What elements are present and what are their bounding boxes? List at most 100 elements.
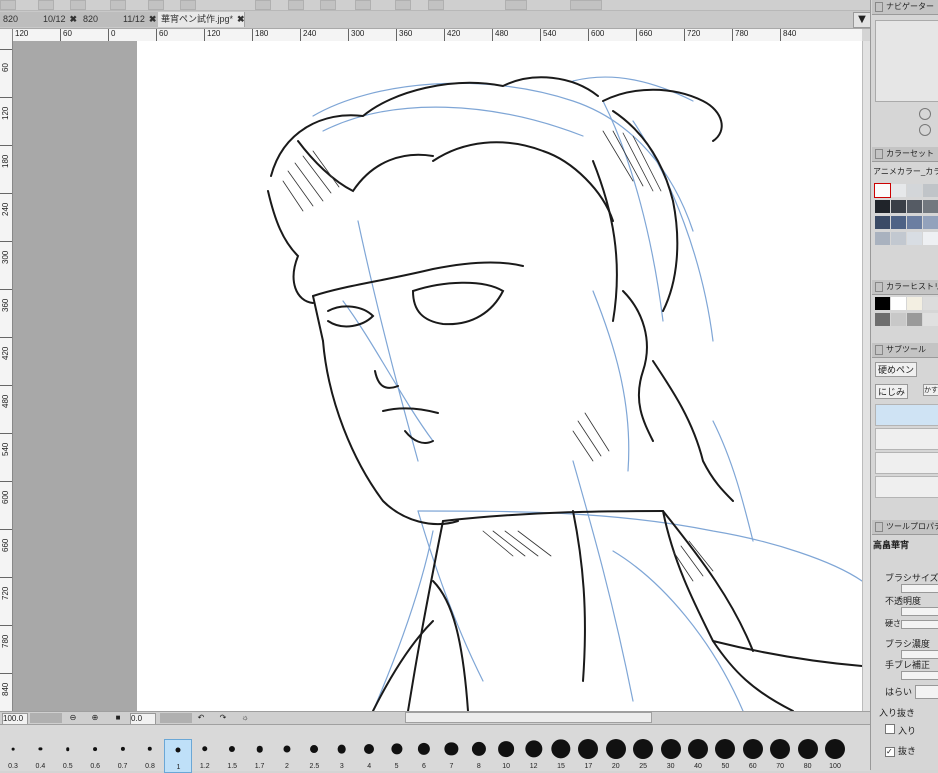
brush-size-17[interactable]: 17 xyxy=(575,739,601,771)
brush-size-30[interactable]: 30 xyxy=(658,739,684,771)
navigator-preview[interactable] xyxy=(875,20,938,102)
tab-menu-button[interactable]: ▼ xyxy=(853,12,871,28)
deselect-icon[interactable] xyxy=(320,0,336,10)
brush-size-12[interactable]: 12 xyxy=(521,739,547,771)
tab-doc-2[interactable]: 10/12 ✖ xyxy=(40,12,81,27)
color-history-header[interactable]: カラーヒストリー xyxy=(872,280,938,295)
tab-doc-1[interactable]: 820 xyxy=(0,12,41,27)
color-icon[interactable] xyxy=(505,0,527,10)
color-history-swatch[interactable] xyxy=(923,313,938,326)
brush-size-8[interactable]: 8 xyxy=(466,739,492,771)
opacity-slider[interactable] xyxy=(901,607,938,616)
scale-icon[interactable] xyxy=(180,0,196,10)
undo-icon[interactable] xyxy=(38,0,54,10)
canvas[interactable] xyxy=(13,41,862,711)
zoom-out-icon[interactable] xyxy=(919,108,931,120)
color-swatch[interactable] xyxy=(875,200,890,213)
color-swatch[interactable] xyxy=(891,232,906,245)
zoom-out-icon[interactable]: ⊖ xyxy=(68,713,78,723)
stabilization-slider[interactable] xyxy=(901,671,938,680)
color-swatch[interactable] xyxy=(907,200,922,213)
brush-size-2.5[interactable]: 2.5 xyxy=(301,739,327,771)
taper-label[interactable]: 入り抜き xyxy=(879,706,915,719)
checkbox[interactable]: ✓ xyxy=(885,747,895,757)
redo-icon[interactable] xyxy=(70,0,86,10)
taper-out-checkbox[interactable]: ✓ 抜き xyxy=(885,744,916,757)
color-swatch[interactable] xyxy=(875,232,890,245)
new-icon[interactable] xyxy=(0,0,16,10)
brush-size-1.2[interactable]: 1.2 xyxy=(192,739,218,771)
color-history-swatch[interactable] xyxy=(907,297,922,310)
clear-icon[interactable] xyxy=(110,0,126,10)
brush-size-6[interactable]: 6 xyxy=(411,739,437,771)
reset-rotate-icon[interactable]: ☼ xyxy=(240,713,250,723)
brush-size-1.7[interactable]: 1.7 xyxy=(247,739,273,771)
clear-outside-icon[interactable] xyxy=(428,0,444,10)
color-history-swatch[interactable] xyxy=(907,313,922,326)
color-history-swatch[interactable] xyxy=(875,297,890,310)
tab-doc-active[interactable]: 華宵ペン試作.jpg* ✖ xyxy=(158,12,245,27)
tab-doc-4[interactable]: 11/12 ✖ xyxy=(120,12,161,27)
sub-tool-item[interactable]: かすれ つけペン xyxy=(923,384,938,396)
brush-size-1.5[interactable]: 1.5 xyxy=(219,739,245,771)
invert-selection-icon[interactable] xyxy=(355,0,371,10)
brush-size-50[interactable]: 50 xyxy=(712,739,738,771)
brush-size-4[interactable]: 4 xyxy=(356,739,382,771)
color-swatch[interactable] xyxy=(923,184,938,197)
sub-tool-item[interactable]: にじみ xyxy=(875,384,909,399)
brush-size-1[interactable]: 1 xyxy=(164,739,193,773)
sub-tool-item[interactable]: 硬めペン xyxy=(875,362,918,377)
color-swatch[interactable] xyxy=(874,183,891,198)
color-set-header[interactable]: カラーセット xyxy=(872,147,938,162)
close-icon[interactable]: ✖ xyxy=(237,14,245,24)
brush-size-0.3[interactable]: 0.3 xyxy=(0,739,26,771)
brush-size-20[interactable]: 20 xyxy=(603,739,629,771)
brush-size-7[interactable]: 7 xyxy=(438,739,464,771)
color-swatch[interactable] xyxy=(891,184,906,197)
zoom-in-icon[interactable]: ⊕ xyxy=(90,713,100,723)
rotate-slider[interactable] xyxy=(160,713,192,723)
rotate-icon[interactable] xyxy=(919,124,931,136)
brush-size-15[interactable]: 15 xyxy=(548,739,574,771)
tab-doc-3[interactable]: 820 xyxy=(80,12,121,27)
stroke-preview[interactable] xyxy=(875,476,938,498)
rotate-right-icon[interactable]: ↷ xyxy=(218,713,228,723)
brush-size-0.6[interactable]: 0.6 xyxy=(82,739,108,771)
brush-size-2[interactable]: 2 xyxy=(274,739,300,771)
fit-icon[interactable]: ■ xyxy=(113,713,123,723)
harai-field[interactable] xyxy=(915,685,938,699)
sub-tool-header[interactable]: サブツール xyxy=(872,343,938,358)
brush-size-slider[interactable] xyxy=(901,584,938,593)
close-icon[interactable]: ✖ xyxy=(149,14,157,24)
zoom-slider[interactable] xyxy=(30,713,62,723)
color-swatch[interactable] xyxy=(907,232,922,245)
brush-size-25[interactable]: 25 xyxy=(630,739,656,771)
stroke-preview[interactable] xyxy=(875,428,938,450)
color-history-swatch[interactable] xyxy=(875,313,890,326)
brush-size-5[interactable]: 5 xyxy=(384,739,410,771)
rotate-left-icon[interactable]: ↶ xyxy=(196,713,206,723)
brush-size-80[interactable]: 80 xyxy=(795,739,821,771)
stroke-preview[interactable] xyxy=(875,404,938,426)
brush-size-0.7[interactable]: 0.7 xyxy=(110,739,136,771)
color-swatch[interactable] xyxy=(907,216,922,229)
brush-size-60[interactable]: 60 xyxy=(740,739,766,771)
color-set-name[interactable]: アニメカラー_カラーセット xyxy=(873,166,938,177)
eraser-icon[interactable] xyxy=(570,0,602,10)
color-history-swatch[interactable] xyxy=(891,297,906,310)
transform-icon[interactable] xyxy=(148,0,164,10)
color-swatch[interactable] xyxy=(907,184,922,197)
checkbox[interactable] xyxy=(885,724,895,734)
brush-size-0.5[interactable]: 0.5 xyxy=(55,739,81,771)
color-history-swatch[interactable] xyxy=(923,297,938,310)
close-icon[interactable]: ✖ xyxy=(70,14,78,24)
selection-icon[interactable] xyxy=(288,0,304,10)
tool-property-header[interactable]: ツールプロパティ xyxy=(872,520,938,535)
color-swatch[interactable] xyxy=(891,216,906,229)
brush-size-0.4[interactable]: 0.4 xyxy=(27,739,53,771)
crop-icon[interactable] xyxy=(395,0,411,10)
stroke-preview[interactable] xyxy=(875,452,938,474)
navigator-header[interactable]: ナビゲーター xyxy=(872,0,938,15)
color-swatch[interactable] xyxy=(923,200,938,213)
taper-in-checkbox[interactable]: 入り xyxy=(885,724,916,737)
